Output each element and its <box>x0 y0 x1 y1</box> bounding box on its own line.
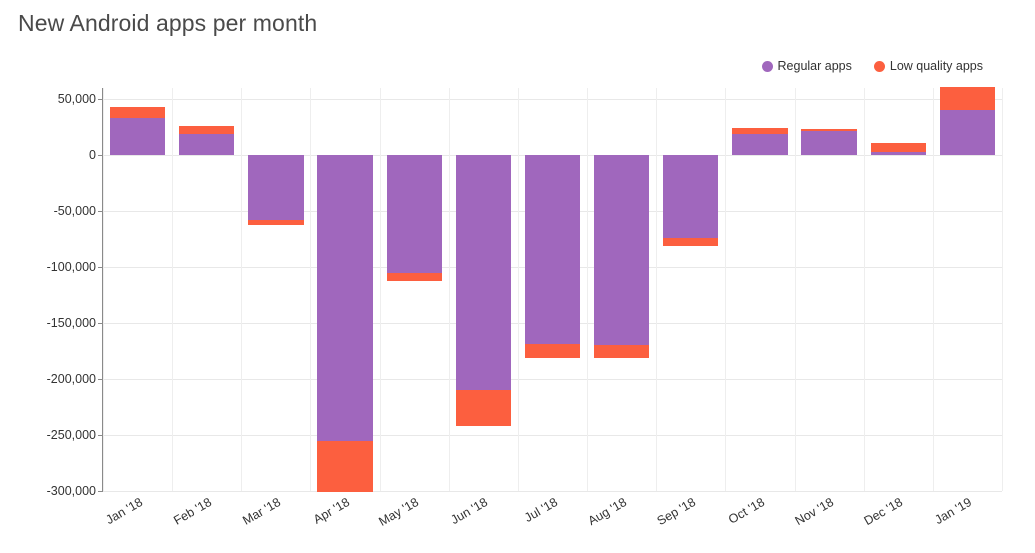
gridline-vertical <box>241 88 242 491</box>
bar-segment-low-quality-apps[interactable] <box>593 345 650 358</box>
x-axis-tick-label: Nov '18 <box>792 495 837 529</box>
x-axis-tick-label: Sep '18 <box>654 495 698 529</box>
y-axis-tick-label: -200,000 <box>46 372 96 387</box>
y-axis-tick-label: 50,000 <box>57 92 96 107</box>
bar-group[interactable] <box>317 88 373 493</box>
bar-segment-low-quality-apps[interactable] <box>317 440 373 493</box>
bar-group[interactable] <box>524 88 581 491</box>
gridline-vertical <box>864 88 865 491</box>
bar-segment-regular-apps[interactable] <box>593 155 650 346</box>
gridline-vertical <box>587 88 588 491</box>
bar-segment-regular-apps[interactable] <box>663 155 719 238</box>
bar-segment-regular-apps[interactable] <box>317 155 373 441</box>
x-axis-tick-label: Feb '18 <box>170 495 214 528</box>
plot-area <box>103 86 1003 493</box>
bar-segment-regular-apps[interactable] <box>109 118 166 156</box>
bar-group[interactable] <box>732 88 788 491</box>
gridline-vertical <box>449 88 450 491</box>
gridline-vertical <box>725 88 726 491</box>
y-axis-tick-label: -250,000 <box>46 428 96 443</box>
bar-segment-regular-apps[interactable] <box>732 133 788 156</box>
y-axis-tick-label: -50,000 <box>53 204 96 219</box>
x-axis-tick-label: Apr '18 <box>311 495 353 527</box>
y-axis: 50,000 0 -50,000 -100,000 -150,000 -200,000 -2… <box>0 88 103 498</box>
legend-item[interactable]: Regular apps <box>761 59 852 73</box>
bar-segment-low-quality-apps[interactable] <box>801 129 857 131</box>
bar-segment-regular-apps[interactable] <box>870 151 926 156</box>
bar-segment-low-quality-apps[interactable] <box>870 142 926 152</box>
chart-container: New Android apps per month Regular apps L… <box>0 0 1035 553</box>
bar-group[interactable] <box>801 88 857 491</box>
bar-group[interactable] <box>248 88 304 491</box>
x-axis-tick-label: Jun '18 <box>448 495 491 528</box>
bar-group[interactable] <box>109 88 166 491</box>
x-axis-tick-label: May '18 <box>376 495 422 529</box>
bar-segment-low-quality-apps[interactable] <box>179 126 235 134</box>
gridline-vertical <box>172 88 173 491</box>
bar-group[interactable] <box>939 86 996 491</box>
bar-segment-low-quality-apps[interactable] <box>732 128 788 134</box>
x-axis-tick-label: Mar '18 <box>240 495 283 528</box>
x-axis-tick-label: Jul '18 <box>521 495 560 525</box>
x-axis-tick-label: Jan '19 <box>932 495 975 528</box>
gridline-vertical <box>518 88 519 491</box>
x-axis-tick-label: Aug '18 <box>585 495 629 529</box>
circle-dot-icon <box>873 60 885 72</box>
bar-segment-regular-apps[interactable] <box>248 155 304 221</box>
bar-group[interactable] <box>386 88 442 491</box>
gridline-vertical <box>103 88 104 491</box>
bar-group[interactable] <box>593 88 650 491</box>
gridline-vertical <box>933 88 934 491</box>
y-axis-tick-label: -100,000 <box>46 260 96 275</box>
x-axis: Jan '18 Feb '18 Mar '18 Apr '18 May '18 Jun '… <box>103 491 1002 553</box>
bar-segment-regular-apps[interactable] <box>801 130 857 156</box>
bar-segment-regular-apps[interactable] <box>939 110 996 156</box>
y-axis-tick-label: 0 <box>89 148 96 163</box>
circle-dot-icon <box>761 60 773 72</box>
gridline-vertical <box>310 88 311 491</box>
chart-legend: Regular apps Low quality apps <box>761 58 983 74</box>
bar-group[interactable] <box>663 88 719 491</box>
y-axis-tick-label: -300,000 <box>46 484 96 498</box>
bar-segment-low-quality-apps[interactable] <box>663 238 719 246</box>
bar-segment-low-quality-apps[interactable] <box>524 344 581 358</box>
gridline-vertical <box>656 88 657 491</box>
bar-segment-regular-apps[interactable] <box>386 155 442 273</box>
y-axis-tick-label: -150,000 <box>46 316 96 331</box>
gridline-vertical <box>380 88 381 491</box>
x-axis-tick-label: Oct '18 <box>725 495 767 527</box>
bar-segment-low-quality-apps[interactable] <box>248 220 304 225</box>
legend-label: Regular apps <box>777 59 852 73</box>
bar-group[interactable] <box>455 88 511 491</box>
bar-segment-regular-apps[interactable] <box>524 155 581 345</box>
bar-segment-regular-apps[interactable] <box>455 155 511 391</box>
page-title: New Android apps per month <box>18 10 318 36</box>
bar-segment-low-quality-apps[interactable] <box>109 107 166 119</box>
x-axis-tick-label: Dec '18 <box>861 495 906 529</box>
gridline-vertical <box>795 88 796 491</box>
bar-segment-low-quality-apps[interactable] <box>455 390 511 427</box>
x-axis-tick-label: Jan '18 <box>103 495 145 528</box>
bar-group[interactable] <box>179 88 235 491</box>
legend-label: Low quality apps <box>889 59 983 73</box>
bar-segment-low-quality-apps[interactable] <box>386 272 442 281</box>
legend-item[interactable]: Low quality apps <box>873 59 983 73</box>
bar-group[interactable] <box>870 88 926 491</box>
bar-segment-low-quality-apps[interactable] <box>939 86 996 111</box>
gridline-vertical <box>1002 88 1003 491</box>
